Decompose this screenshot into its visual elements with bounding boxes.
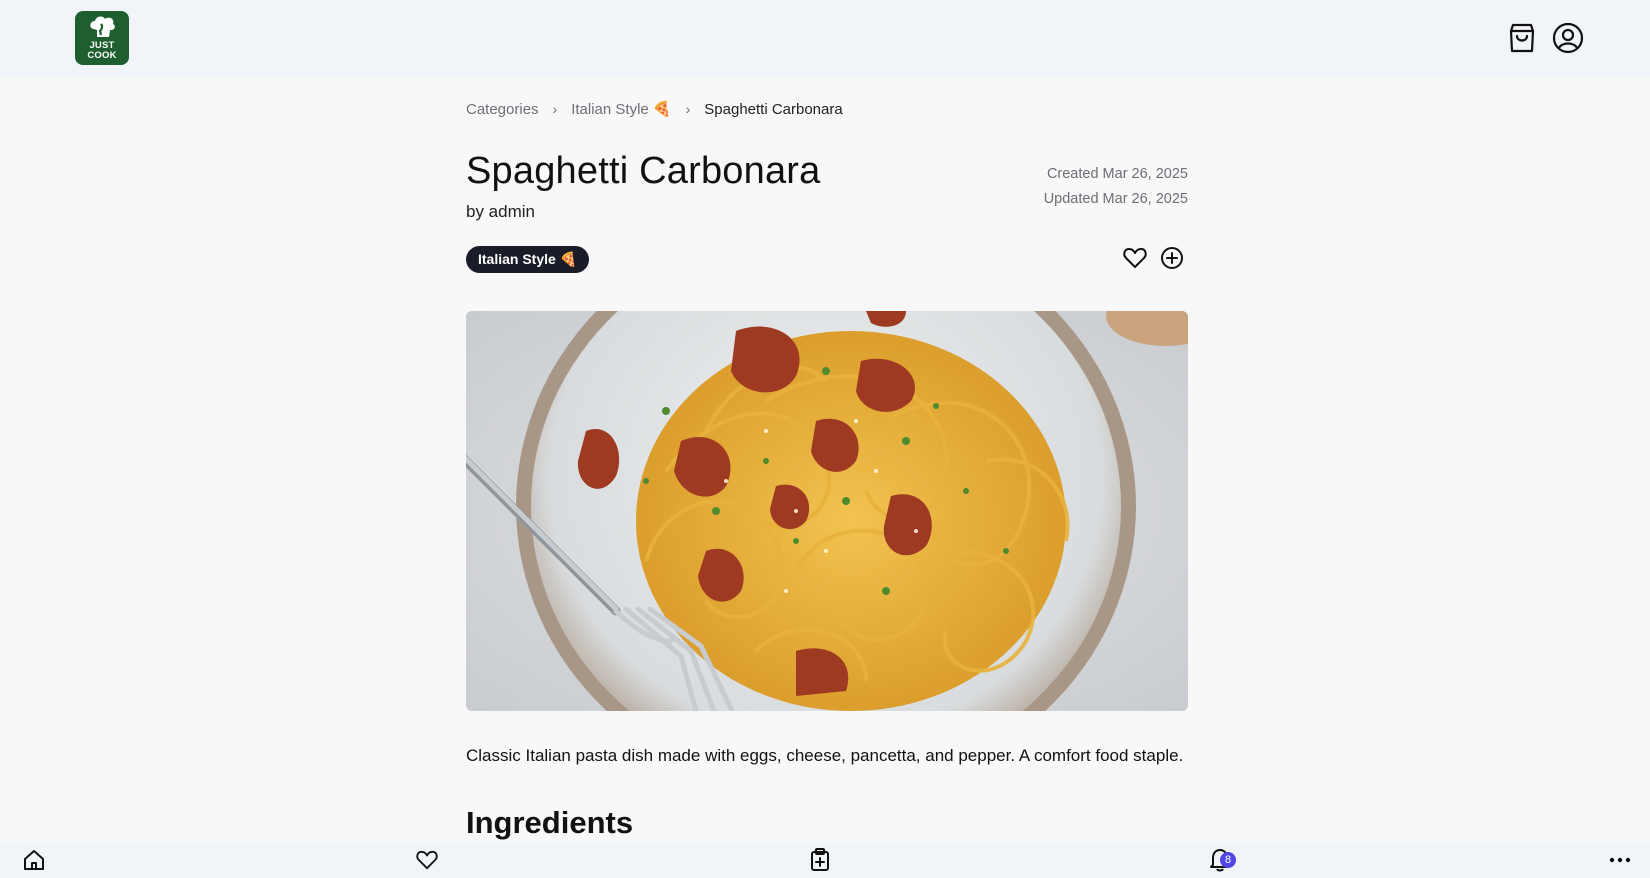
breadcrumb-categories[interactable]: Categories [466,101,539,118]
created-date: Created Mar 26, 2025 [1046,166,1188,182]
recipe-dates: Created Mar 26, 2025 Updated Mar 26, 202… [960,162,1188,212]
top-bar: JUST COOK [0,0,1650,77]
user-circle-icon[interactable] [1550,20,1586,56]
home-icon[interactable] [20,846,48,874]
category-tag[interactable]: Italian Style 🍕 [466,246,590,273]
logo-text-line-2: COOK [87,50,117,61]
updated-date: Updated Mar 26, 2025 [1043,191,1188,207]
ingredients-heading: Ingredients [466,805,634,840]
chef-hat-icon [90,16,115,37]
more-icon[interactable] [1606,846,1634,874]
recipe-image [466,311,1188,711]
clipboard-plus-icon[interactable] [806,846,834,874]
recipe-author: by admin [466,202,535,221]
chevron-right-icon: › [552,101,558,117]
logo-text: JUST COOK [75,41,129,61]
bell-icon[interactable]: 8 [1206,846,1236,874]
heart-icon[interactable] [413,846,441,874]
breadcrumb-italian-style[interactable]: Italian Style 🍕 [571,100,671,118]
breadcrumb-current: Spaghetti Carbonara [704,100,843,118]
bottom-nav: 8 [0,842,1650,878]
breadcrumb: Categories › Italian Style 🍕 › Spaghetti… [466,99,843,119]
chevron-right-icon: › [685,101,691,117]
recipe-description: Classic Italian pasta dish made with egg… [466,746,1184,765]
shopping-bag-icon[interactable] [1504,20,1540,56]
notification-badge: 8 [1220,852,1236,868]
recipe-title: Spaghetti Carbonara [466,150,821,192]
just-cook-logo[interactable]: JUST COOK [75,11,129,65]
plus-circle-icon[interactable] [1159,245,1185,271]
heart-icon[interactable] [1122,245,1148,271]
